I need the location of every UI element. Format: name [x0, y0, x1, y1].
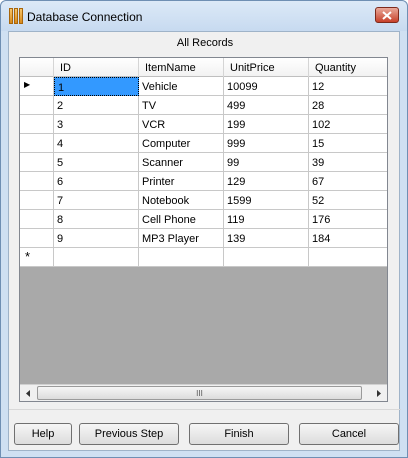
- horizontal-scrollbar[interactable]: III: [20, 384, 387, 401]
- arrow-right-icon: [377, 389, 381, 397]
- cell-itemname[interactable]: Vehicle: [139, 77, 224, 96]
- row-header[interactable]: ▶: [20, 77, 54, 96]
- row-header[interactable]: [20, 115, 54, 134]
- cell-quantity[interactable]: 39: [309, 153, 387, 172]
- row-header[interactable]: [20, 172, 54, 191]
- row-header[interactable]: [20, 153, 54, 172]
- column-header-itemname[interactable]: ItemName: [139, 58, 224, 77]
- cell-unitprice[interactable]: 119: [224, 210, 309, 229]
- new-row-cell[interactable]: [224, 248, 309, 267]
- row-header[interactable]: [20, 210, 54, 229]
- cell-id[interactable]: 5: [54, 153, 139, 172]
- cell-quantity[interactable]: 102: [309, 115, 387, 134]
- button-divider: [9, 409, 401, 410]
- cell-id[interactable]: 8: [54, 210, 139, 229]
- scroll-right-button[interactable]: [370, 385, 387, 401]
- column-header-id[interactable]: ID: [54, 58, 139, 77]
- scroll-thumb[interactable]: III: [37, 386, 362, 400]
- cell-id[interactable]: 3: [54, 115, 139, 134]
- cell-itemname[interactable]: Notebook: [139, 191, 224, 210]
- records-grid[interactable]: ID ItemName UnitPrice Quantity ▶ 1 Vehicle 100…: [19, 57, 388, 402]
- cell-itemname[interactable]: VCR: [139, 115, 224, 134]
- window-title: Database Connection: [27, 10, 143, 24]
- cell-itemname[interactable]: MP3 Player: [139, 229, 224, 248]
- cell-quantity[interactable]: 184: [309, 229, 387, 248]
- cell-quantity[interactable]: 28: [309, 96, 387, 115]
- cell-id[interactable]: 7: [54, 191, 139, 210]
- database-connection-window: Database Connection All Records ID ItemNa…: [0, 0, 408, 458]
- cell-itemname[interactable]: TV: [139, 96, 224, 115]
- cell-itemname[interactable]: Cell Phone: [139, 210, 224, 229]
- cell-quantity[interactable]: 176: [309, 210, 387, 229]
- help-button[interactable]: Help: [14, 423, 72, 445]
- database-app-icon: [9, 8, 23, 24]
- new-row-header[interactable]: *: [20, 248, 54, 267]
- cell-unitprice[interactable]: 10099: [224, 77, 309, 96]
- cell-itemname[interactable]: Computer: [139, 134, 224, 153]
- cell-unitprice[interactable]: 499: [224, 96, 309, 115]
- cell-itemname[interactable]: Printer: [139, 172, 224, 191]
- close-icon: [382, 10, 392, 20]
- cell-id[interactable]: 6: [54, 172, 139, 191]
- new-row-cell[interactable]: [139, 248, 224, 267]
- cell-unitprice[interactable]: 129: [224, 172, 309, 191]
- previous-step-button[interactable]: Previous Step: [79, 423, 179, 445]
- cell-quantity[interactable]: 12: [309, 77, 387, 96]
- cell-id[interactable]: 2: [54, 96, 139, 115]
- cell-quantity[interactable]: 67: [309, 172, 387, 191]
- new-row-cell[interactable]: [54, 248, 139, 267]
- cell-id[interactable]: 1: [54, 77, 139, 96]
- title-bar[interactable]: Database Connection: [1, 1, 407, 31]
- cell-unitprice[interactable]: 1599: [224, 191, 309, 210]
- close-button[interactable]: [375, 7, 399, 23]
- cell-itemname[interactable]: Scanner: [139, 153, 224, 172]
- column-header-unitprice[interactable]: UnitPrice: [224, 58, 309, 77]
- cell-unitprice[interactable]: 999: [224, 134, 309, 153]
- cell-id[interactable]: 4: [54, 134, 139, 153]
- row-header[interactable]: [20, 229, 54, 248]
- arrow-left-icon: [26, 389, 30, 397]
- finish-button[interactable]: Finish: [189, 423, 289, 445]
- cell-id[interactable]: 9: [54, 229, 139, 248]
- dialog-body: All Records ID ItemName UnitPrice Quantity …: [8, 31, 401, 451]
- cell-unitprice[interactable]: 99: [224, 153, 309, 172]
- grid-caption: All Records: [176, 37, 234, 49]
- scroll-left-button[interactable]: [20, 385, 37, 401]
- cell-quantity[interactable]: 15: [309, 134, 387, 153]
- row-header[interactable]: [20, 96, 54, 115]
- scroll-thumb-grip: III: [196, 388, 203, 398]
- grid-header: ID ItemName UnitPrice Quantity: [20, 58, 387, 77]
- cell-unitprice[interactable]: 139: [224, 229, 309, 248]
- row-header[interactable]: [20, 134, 54, 153]
- column-header-quantity[interactable]: Quantity: [309, 58, 387, 77]
- new-row-icon: *: [25, 249, 31, 264]
- cell-unitprice[interactable]: 199: [224, 115, 309, 134]
- new-row-cell[interactable]: [309, 248, 387, 267]
- current-row-icon: ▶: [24, 80, 31, 89]
- cell-quantity[interactable]: 52: [309, 191, 387, 210]
- cancel-button[interactable]: Cancel: [299, 423, 399, 445]
- row-header-corner: [20, 58, 54, 77]
- row-header[interactable]: [20, 191, 54, 210]
